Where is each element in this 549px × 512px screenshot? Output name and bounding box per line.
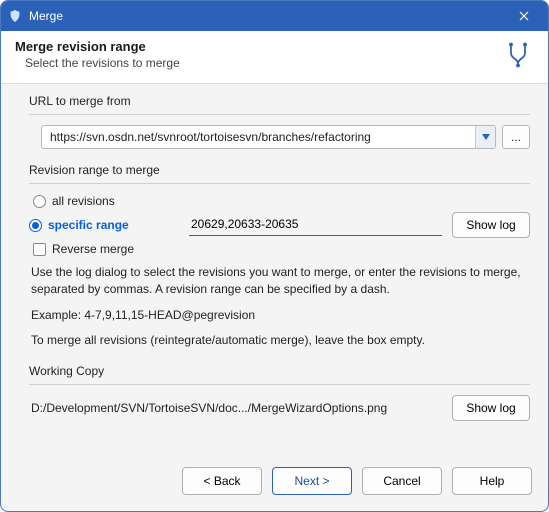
url-value: https://svn.osdn.net/svnroot/tortoisesvn… (42, 130, 475, 144)
reverse-merge-label: Reverse merge (52, 242, 134, 256)
range-group-label: Revision range to merge (29, 163, 530, 177)
radio-icon-selected (29, 219, 42, 232)
url-combobox[interactable]: https://svn.osdn.net/svnroot/tortoisesvn… (41, 125, 496, 149)
app-icon (7, 8, 23, 24)
checkbox-icon (33, 243, 46, 256)
page-title: Merge revision range (15, 39, 502, 54)
wizard-footer: < Back Next > Cancel Help (1, 455, 548, 511)
wizard-header: Merge revision range Select the revision… (1, 31, 548, 84)
help-text-3: To merge all revisions (reintegrate/auto… (31, 332, 528, 349)
radio-all-label: all revisions (52, 194, 115, 208)
browse-label: ... (511, 130, 521, 144)
wc-group-label: Working Copy (29, 364, 530, 378)
working-copy-path: D:/Development/SVN/TortoiseSVN/doc.../Me… (31, 397, 442, 419)
cancel-button[interactable]: Cancel (362, 467, 442, 495)
browse-button[interactable]: ... (502, 125, 530, 149)
radio-all-revisions[interactable]: all revisions (33, 194, 530, 208)
merge-icon (502, 39, 534, 71)
help-text-2: Example: 4-7,9,11,15-HEAD@pegrevision (31, 307, 528, 324)
url-group-label: URL to merge from (29, 94, 530, 108)
close-button[interactable] (506, 1, 542, 31)
chevron-down-icon (482, 134, 490, 140)
reverse-merge-checkbox[interactable]: Reverse merge (33, 242, 530, 256)
window-title: Merge (29, 9, 506, 23)
titlebar: Merge (1, 1, 548, 31)
page-subtitle: Select the revisions to merge (25, 56, 502, 70)
radio-specific-range[interactable]: specific range (29, 218, 179, 232)
revision-range-input[interactable] (189, 214, 442, 236)
close-icon (519, 11, 529, 21)
radio-icon (33, 195, 46, 208)
help-button[interactable]: Help (452, 467, 532, 495)
next-button[interactable]: Next > (272, 467, 352, 495)
back-button[interactable]: < Back (182, 467, 262, 495)
url-dropdown-button[interactable] (475, 126, 495, 148)
help-text-1: Use the log dialog to select the revisio… (31, 264, 528, 299)
show-log-wc-button[interactable]: Show log (452, 395, 530, 421)
show-log-revisions-button[interactable]: Show log (452, 212, 530, 238)
radio-specific-label: specific range (48, 218, 129, 232)
